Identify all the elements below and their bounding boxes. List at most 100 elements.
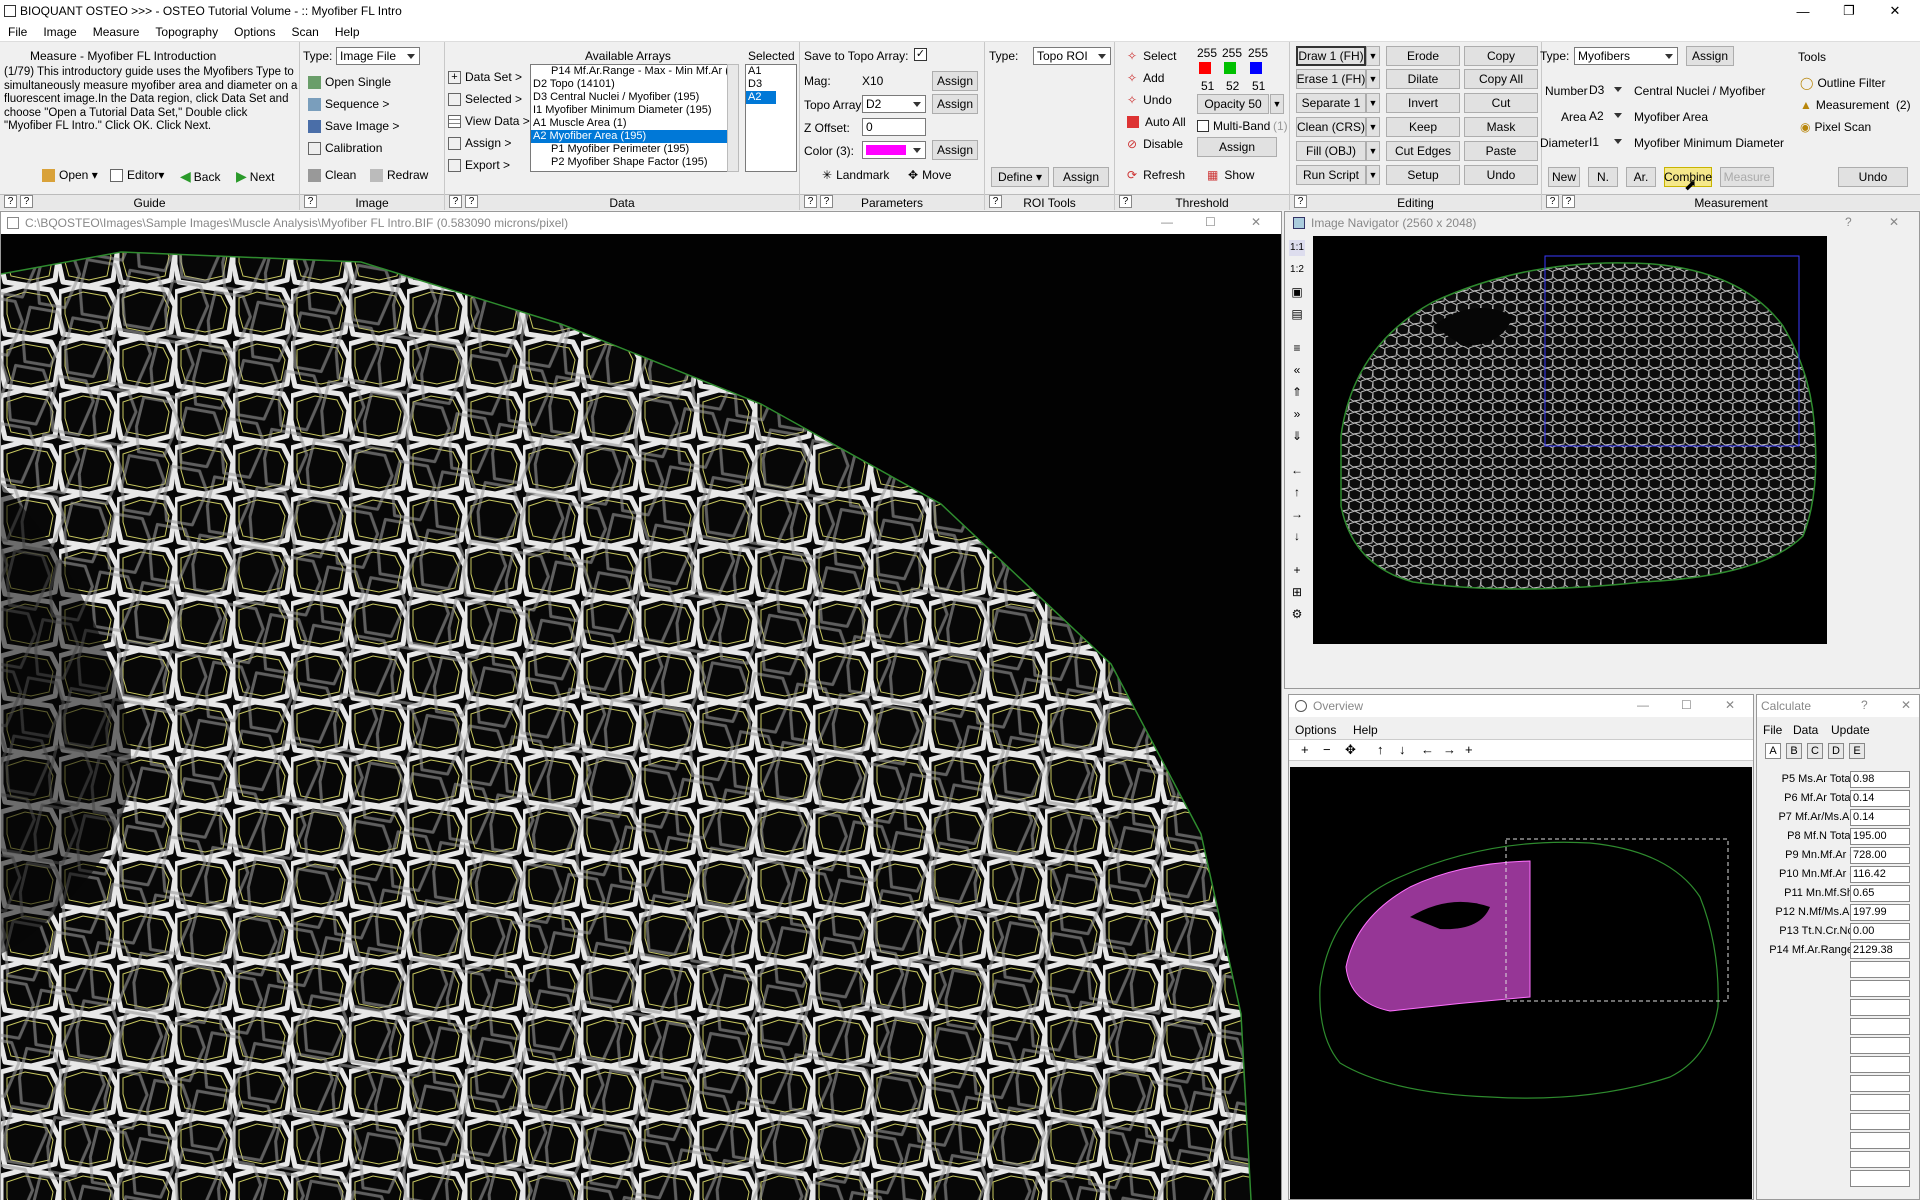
separate-button[interactable]: Separate 1	[1296, 93, 1366, 113]
landmark-button[interactable]: ✳ Landmark	[822, 168, 889, 182]
erase-button[interactable]: Erase 1 (FH)	[1296, 69, 1366, 89]
minimize-icon[interactable]: —	[1161, 215, 1173, 229]
restore-icon[interactable]: ☐	[1681, 698, 1692, 712]
green-channel-swatch[interactable]	[1224, 62, 1236, 74]
blue-channel-swatch[interactable]	[1250, 62, 1262, 74]
arrow-up-icon[interactable]: ↑	[1289, 484, 1305, 500]
new-button[interactable]: New	[1548, 167, 1580, 187]
menu-options[interactable]: Options	[226, 25, 283, 39]
tab-e[interactable]: E	[1849, 743, 1865, 759]
invert-button[interactable]: Invert	[1386, 93, 1460, 113]
selected-button[interactable]: Selected >	[448, 92, 522, 106]
mask-button[interactable]: Mask	[1464, 117, 1538, 137]
chevron-down-icon[interactable]: ▼	[1366, 165, 1380, 185]
ar-button[interactable]: Ar.	[1626, 167, 1656, 187]
help-icon[interactable]: ?	[1546, 195, 1559, 208]
calc-menu-file[interactable]: File	[1763, 723, 1782, 737]
n-button[interactable]: N.	[1588, 167, 1618, 187]
overview-menu-help[interactable]: Help	[1353, 723, 1378, 737]
sequence-button[interactable]: Sequence >	[308, 97, 389, 111]
add-point-icon[interactable]: +	[1465, 742, 1473, 757]
list-item[interactable]: P2 Myofiber Shape Factor (195)	[531, 156, 727, 169]
plus-icon[interactable]: +	[1289, 562, 1305, 578]
number-select[interactable]: D3	[1586, 81, 1626, 99]
help-icon[interactable]: ?	[1861, 698, 1868, 712]
tab-d[interactable]: D	[1828, 743, 1844, 759]
opacity-dropdown-icon[interactable]: ▼	[1270, 94, 1284, 114]
tab-b[interactable]: B	[1786, 743, 1802, 759]
menu-file[interactable]: File	[0, 25, 35, 39]
define-button[interactable]: Define ▾	[991, 167, 1049, 187]
save-image-button[interactable]: Save Image >	[308, 119, 399, 133]
list-item[interactable]: A2 Myofiber Area (195)	[531, 130, 727, 143]
restore-icon[interactable]: ☐	[1205, 215, 1216, 229]
chevron-down-icon[interactable]: ▼	[1366, 117, 1380, 137]
minimize-icon[interactable]: —	[1780, 0, 1826, 22]
clean-button[interactable]: Clean	[308, 168, 356, 182]
arrow-down-icon[interactable]: ↓	[1399, 742, 1406, 757]
list-item[interactable]: A1 Muscle Area (1)	[531, 117, 727, 130]
show-button[interactable]: ▦ Show	[1207, 168, 1254, 182]
cut-edges-button[interactable]: Cut Edges	[1386, 141, 1460, 161]
refresh-button[interactable]: ⟳ Refresh	[1127, 168, 1185, 182]
guide-next-button[interactable]: ▶ Next	[236, 168, 274, 185]
roi-type-select[interactable]: Topo ROI	[1033, 47, 1111, 65]
arrow-right-icon[interactable]: →	[1289, 506, 1305, 522]
z-offset-input[interactable]: 0	[862, 118, 926, 136]
chevron-down-icon[interactable]: ▼	[1366, 69, 1380, 89]
help-icon[interactable]: ?	[304, 195, 317, 208]
opacity-button[interactable]: Opacity 50	[1197, 94, 1269, 114]
double-down-icon[interactable]: ⇓	[1289, 428, 1305, 444]
topo-array-select[interactable]: D2	[862, 95, 926, 113]
close-icon[interactable]: ✕	[1901, 698, 1911, 712]
area-select[interactable]: A2	[1586, 107, 1626, 125]
measure-button[interactable]: Measure	[1720, 167, 1774, 187]
color-assign-button[interactable]: Assign	[932, 140, 978, 160]
threshold-undo-button[interactable]: ✧ Undo	[1127, 93, 1172, 107]
menu-measure[interactable]: Measure	[85, 25, 148, 39]
export-button[interactable]: Export >	[448, 158, 510, 172]
settings-icon[interactable]: ⚙	[1289, 606, 1305, 622]
list-item[interactable]: D2 Topo (14101)	[531, 78, 727, 91]
tab-a[interactable]: A	[1765, 743, 1781, 759]
double-right-icon[interactable]: »	[1289, 406, 1305, 422]
zoom-out-icon[interactable]: −	[1323, 742, 1331, 757]
zoom-1-2-button[interactable]: 1:2	[1289, 262, 1305, 278]
menu-image[interactable]: Image	[35, 25, 84, 39]
list-item[interactable]: A1	[746, 65, 796, 78]
cut-button[interactable]: Cut	[1464, 93, 1538, 113]
roi-assign-button[interactable]: Assign	[1053, 167, 1109, 187]
move-button[interactable]: ✥ Move	[908, 168, 951, 182]
editing-undo-button[interactable]: Undo	[1464, 165, 1538, 185]
erode-button[interactable]: Erode	[1386, 46, 1460, 66]
paste-button[interactable]: Paste	[1464, 141, 1538, 161]
topo-assign-button[interactable]: Assign	[932, 94, 978, 114]
chevron-down-icon[interactable]: ▼	[1366, 141, 1380, 161]
close-icon[interactable]: ✕	[1725, 698, 1735, 712]
navigator-thumbnail[interactable]	[1313, 236, 1827, 644]
multiband-checkbox[interactable]	[1197, 120, 1209, 132]
measure-assign-button[interactable]: Assign	[1686, 46, 1734, 66]
outline-filter-button[interactable]: ◯ Outline Filter	[1800, 76, 1885, 90]
arrow-up-icon[interactable]: ↑	[1377, 742, 1384, 757]
guide-open-button[interactable]: Open ▾	[42, 168, 98, 182]
menu-help[interactable]: Help	[327, 25, 368, 39]
save-to-topo-checkbox[interactable]: ✓	[914, 48, 927, 61]
guide-editor-button[interactable]: Editor ▾	[110, 168, 164, 182]
arrow-down-icon[interactable]: ↓	[1289, 528, 1305, 544]
chevron-down-icon[interactable]: ▼	[1366, 46, 1380, 66]
pixel-scan-button[interactable]: ◉ Pixel Scan	[1800, 120, 1871, 134]
list-item[interactable]: P1 Myofiber Perimeter (195)	[531, 143, 727, 156]
red-channel-swatch[interactable]	[1199, 62, 1211, 74]
center-icon[interactable]: ✥	[1345, 742, 1356, 758]
close-icon[interactable]: ✕	[1889, 215, 1899, 229]
double-up-icon[interactable]: ⇑	[1289, 384, 1305, 400]
calc-menu-update[interactable]: Update	[1831, 723, 1870, 737]
measure-undo-button[interactable]: Undo	[1838, 167, 1908, 187]
mag-assign-button[interactable]: Assign	[932, 71, 978, 91]
help-icon[interactable]: ?	[820, 195, 833, 208]
arrow-left-icon[interactable]: ←	[1289, 462, 1305, 478]
tab-c[interactable]: C	[1807, 743, 1823, 759]
run-script-button[interactable]: Run Script	[1296, 165, 1366, 185]
overview-menu-options[interactable]: Options	[1295, 723, 1336, 737]
